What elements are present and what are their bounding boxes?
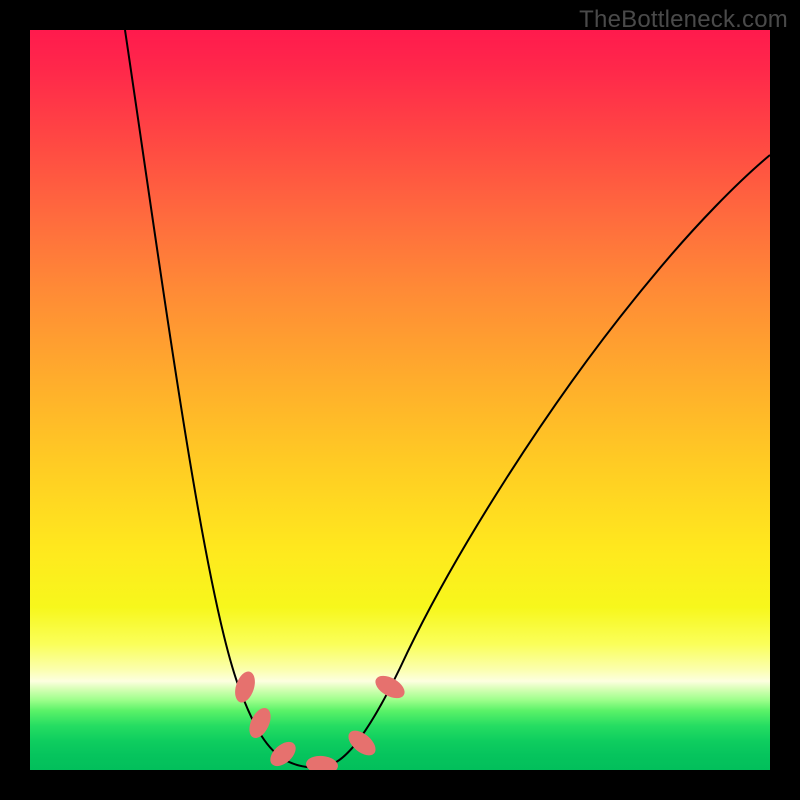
curve-marker bbox=[372, 671, 409, 703]
curve-marker bbox=[305, 755, 338, 770]
curve-marker bbox=[245, 705, 275, 742]
attribution-text: TheBottleneck.com bbox=[579, 6, 788, 34]
chart-area bbox=[30, 30, 770, 770]
marker-group bbox=[231, 669, 408, 770]
curve-svg bbox=[30, 30, 770, 770]
bottleneck-curve bbox=[125, 30, 770, 767]
curve-marker bbox=[344, 726, 380, 760]
